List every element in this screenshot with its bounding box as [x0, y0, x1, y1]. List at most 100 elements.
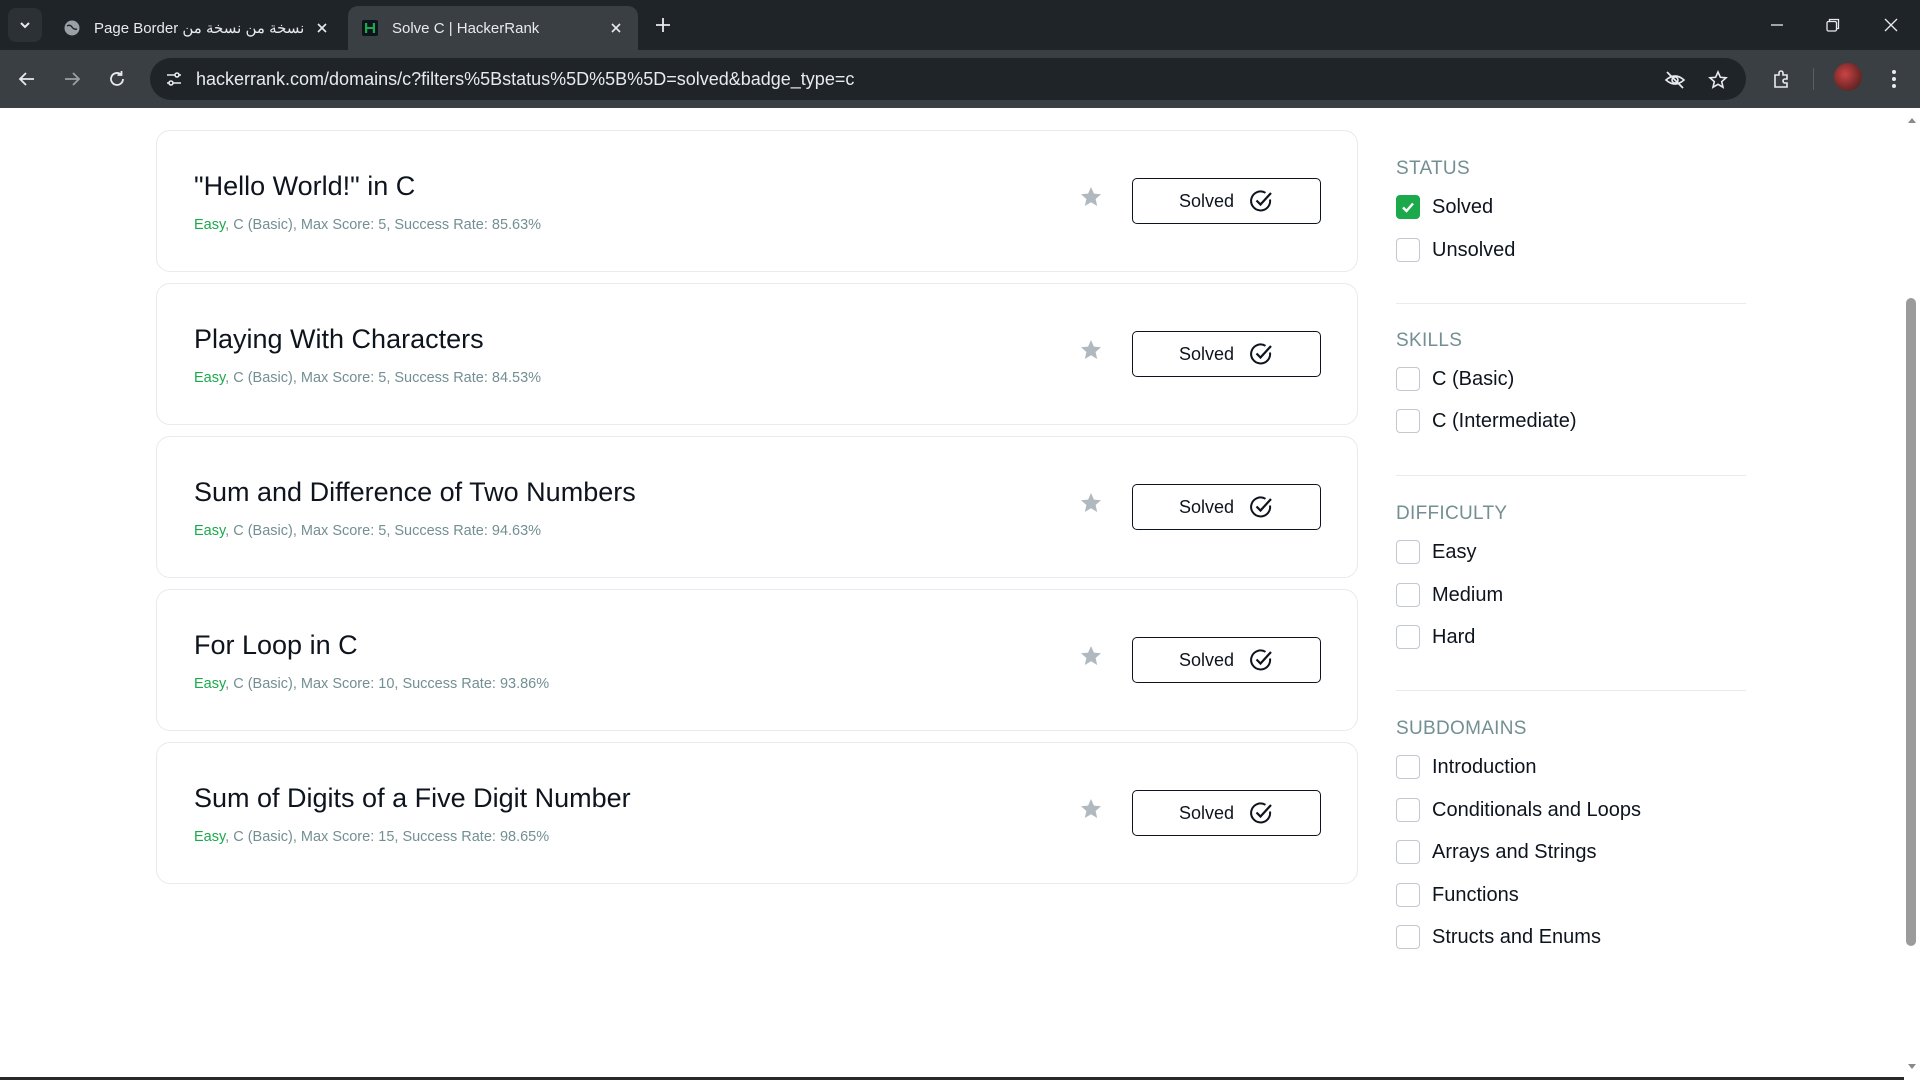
menu-kebab-icon[interactable] [1880, 65, 1908, 93]
checkbox[interactable] [1396, 755, 1420, 779]
challenge-title[interactable]: Sum and Difference of Two Numbers [194, 477, 636, 508]
checkbox[interactable] [1396, 238, 1420, 262]
challenge-title[interactable]: Playing With Characters [194, 324, 484, 355]
challenge-details: , C (Basic), Max Score: 10, Success Rate… [225, 676, 550, 692]
challenge-title[interactable]: "Hello World!" in C [194, 171, 415, 202]
checkbox[interactable] [1396, 925, 1420, 949]
browser-tab-bar: Page Border نسخة من نسخة من Solve C | Ha… [0, 0, 1920, 50]
bookmark-star-icon[interactable] [1707, 69, 1729, 91]
filter-heading: SUBDOMAINS [1396, 718, 1527, 739]
checkbox[interactable] [1396, 583, 1420, 607]
minimize-button[interactable] [1762, 10, 1792, 40]
challenge-card[interactable]: Sum and Difference of Two Numbers Easy, … [156, 436, 1358, 578]
filter-subdomains: SUBDOMAINS Introduction Conditionals and… [1396, 718, 1746, 949]
address-bar[interactable]: hackerrank.com/domains/c?filters%5Bstatu… [150, 58, 1746, 100]
challenge-title[interactable]: Sum of Digits of a Five Digit Number [194, 783, 631, 814]
filter-option-solved[interactable]: Solved [1396, 195, 1493, 219]
solved-button[interactable]: Solved [1132, 178, 1321, 224]
tab-search-button[interactable] [8, 8, 42, 42]
restore-button[interactable] [1818, 10, 1848, 40]
challenge-card[interactable]: Playing With Characters Easy, C (Basic),… [156, 283, 1358, 425]
challenge-meta: Easy, C (Basic), Max Score: 5, Success R… [194, 217, 541, 233]
challenge-card[interactable]: "Hello World!" in C Easy, C (Basic), Max… [156, 130, 1358, 272]
reload-icon [110, 71, 124, 86]
filter-option-unsolved[interactable]: Unsolved [1396, 238, 1515, 262]
filter-divider [1396, 690, 1746, 691]
reload-button[interactable] [102, 64, 132, 94]
option-label: Introduction [1432, 755, 1537, 778]
chevron-down-icon [20, 22, 30, 29]
checkbox[interactable] [1396, 625, 1420, 649]
challenge-details: , C (Basic), Max Score: 5, Success Rate:… [225, 523, 542, 539]
checkbox[interactable] [1396, 883, 1420, 907]
toolbar-divider [1813, 68, 1814, 90]
bookmark-star-icon[interactable] [1077, 489, 1105, 517]
challenge-meta: Easy, C (Basic), Max Score: 5, Success R… [194, 370, 541, 386]
window-close-button[interactable] [1876, 10, 1906, 40]
site-info-icon[interactable] [160, 65, 188, 93]
filter-option-medium[interactable]: Medium [1396, 583, 1503, 607]
challenge-details: , C (Basic), Max Score: 15, Success Rate… [225, 829, 550, 845]
filter-skills: SKILLS C (Basic) C (Intermediate) [1396, 330, 1746, 433]
filter-option-c-basic[interactable]: C (Basic) [1396, 367, 1514, 391]
difficulty-label: Easy [194, 217, 226, 233]
challenge-meta: Easy, C (Basic), Max Score: 10, Success … [194, 676, 549, 692]
option-label: Conditionals and Loops [1432, 798, 1642, 821]
scroll-up-arrow-icon[interactable] [1905, 113, 1919, 127]
challenge-meta: Easy, C (Basic), Max Score: 5, Success R… [194, 523, 541, 539]
tab-title: Page Border نسخة من نسخة من [94, 20, 305, 37]
option-label: C (Basic) [1432, 367, 1515, 390]
challenge-card[interactable]: For Loop in C Easy, C (Basic), Max Score… [156, 589, 1358, 731]
bookmark-star-icon[interactable] [1077, 336, 1105, 364]
bookmark-star-icon[interactable] [1077, 642, 1105, 670]
tab-solve-c[interactable]: Solve C | HackerRank [348, 6, 638, 50]
solved-button[interactable]: Solved [1132, 790, 1321, 836]
filter-option-conditionals-and-loops[interactable]: Conditionals and Loops [1396, 798, 1641, 822]
filter-heading: SKILLS [1396, 330, 1463, 351]
profile-avatar[interactable] [1834, 63, 1862, 91]
filter-option-functions[interactable]: Functions [1396, 883, 1519, 907]
filter-option-hard[interactable]: Hard [1396, 625, 1475, 649]
checkbox[interactable] [1396, 367, 1420, 391]
forward-button[interactable] [57, 64, 87, 94]
solved-button[interactable]: Solved [1132, 637, 1321, 683]
filter-option-easy[interactable]: Easy [1396, 540, 1476, 564]
check-circle-icon [1250, 496, 1272, 518]
challenge-title[interactable]: For Loop in C [194, 630, 358, 661]
close-icon[interactable] [604, 16, 628, 40]
tab-page-border[interactable]: Page Border نسخة من نسخة من [50, 6, 344, 50]
close-icon[interactable] [310, 16, 334, 40]
checkbox[interactable] [1396, 195, 1420, 219]
solved-button[interactable]: Solved [1132, 331, 1321, 377]
challenge-card[interactable]: Sum of Digits of a Five Digit Number Eas… [156, 742, 1358, 884]
bookmark-star-icon[interactable] [1077, 795, 1105, 823]
checkbox[interactable] [1396, 840, 1420, 864]
new-tab-button[interactable] [650, 12, 676, 38]
back-button[interactable] [12, 64, 42, 94]
scroll-down-arrow-icon[interactable] [1905, 1060, 1919, 1074]
filter-status: STATUS Solved Unsolved [1396, 158, 1746, 262]
filter-option-introduction[interactable]: Introduction [1396, 755, 1537, 779]
checkbox[interactable] [1396, 540, 1420, 564]
filter-divider [1396, 303, 1746, 304]
bookmark-star-icon[interactable] [1077, 183, 1105, 211]
globe-icon [62, 18, 82, 38]
plus-icon [656, 18, 670, 32]
filter-option-c-intermediate[interactable]: C (Intermediate) [1396, 409, 1577, 433]
option-label: Unsolved [1432, 238, 1516, 261]
filter-option-arrays-and-strings[interactable]: Arrays and Strings [1396, 840, 1597, 864]
check-circle-icon [1250, 649, 1272, 671]
checkbox[interactable] [1396, 409, 1420, 433]
checkbox[interactable] [1396, 798, 1420, 822]
solved-button-label: Solved [1178, 496, 1235, 517]
option-label: Medium [1432, 583, 1504, 606]
scrollbar-thumb[interactable] [1906, 298, 1916, 946]
filter-option-structs-and-enums[interactable]: Structs and Enums [1396, 925, 1601, 949]
page-content: "Hello World!" in C Easy, C (Basic), Max… [0, 108, 1904, 1080]
solved-button[interactable]: Solved [1132, 484, 1321, 530]
close-icon [1884, 18, 1898, 32]
filter-divider [1396, 475, 1746, 476]
eye-off-icon[interactable] [1664, 69, 1686, 91]
difficulty-label: Easy [194, 676, 226, 692]
extensions-icon[interactable] [1767, 65, 1795, 93]
